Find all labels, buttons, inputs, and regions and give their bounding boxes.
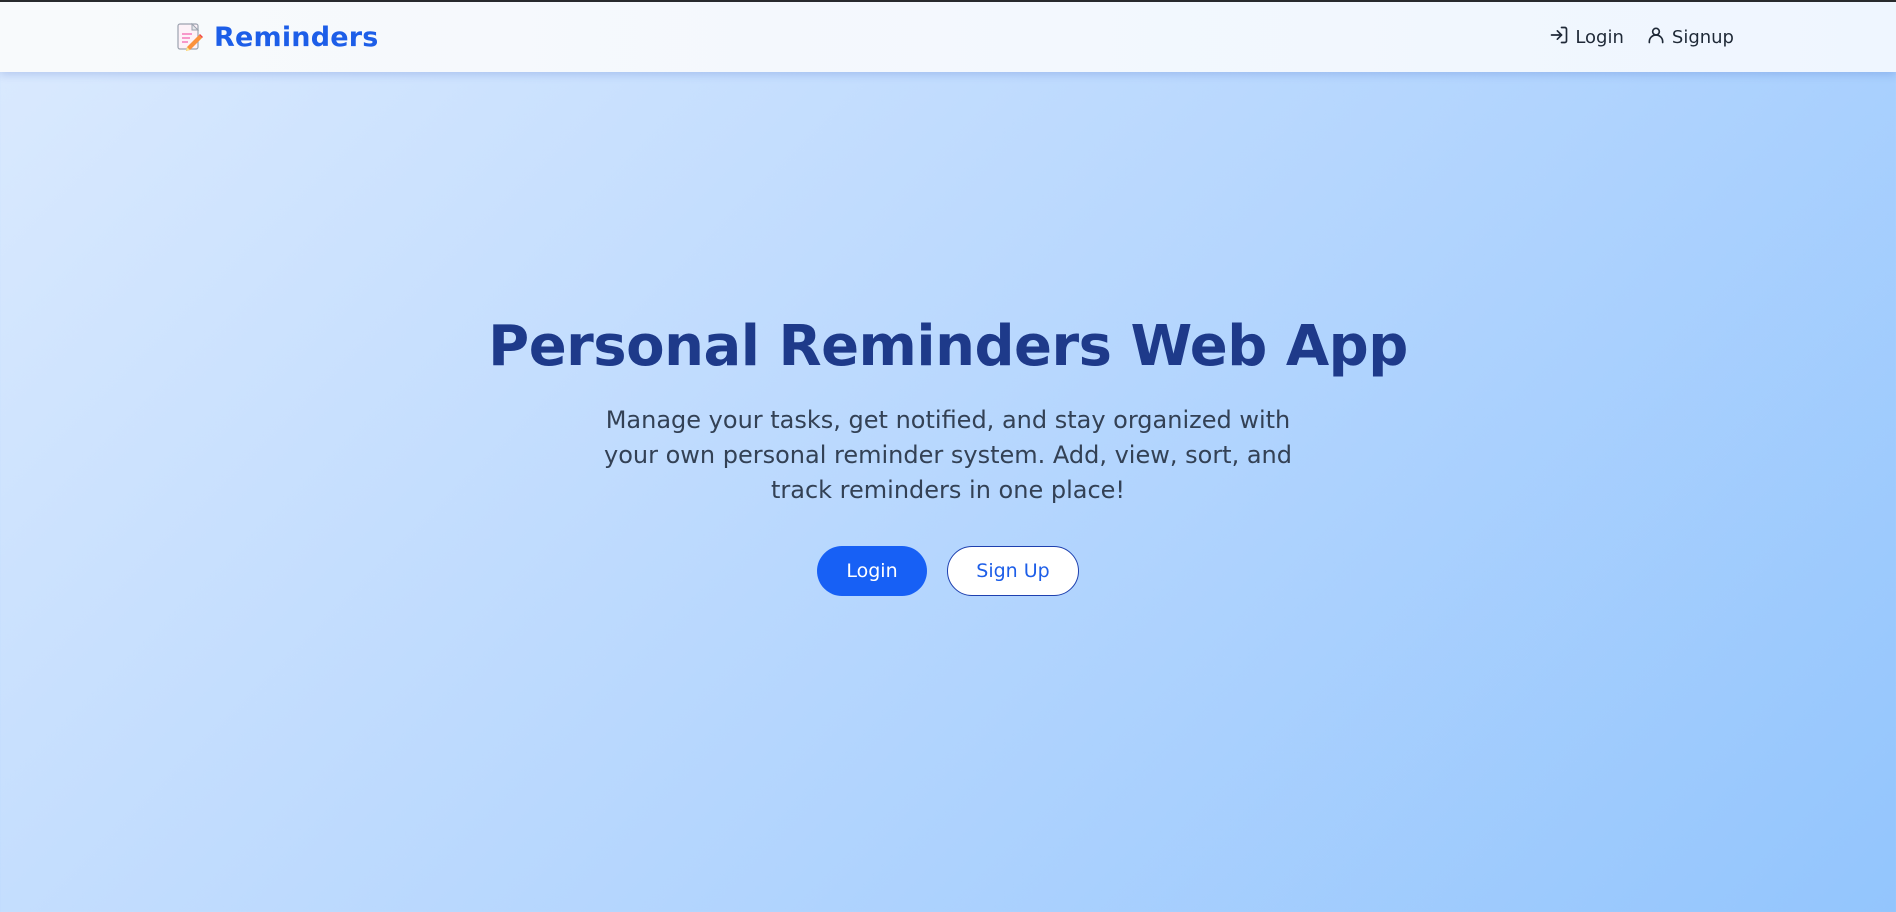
nav-signup-label: Signup (1671, 26, 1734, 48)
nav-links: Login Signup (1549, 25, 1734, 50)
nav-login-link[interactable]: Login (1549, 25, 1624, 50)
brand-name: Reminders (214, 21, 379, 53)
hero-subtitle: Manage your tasks, get notified, and sta… (603, 406, 1293, 504)
login-button[interactable]: Login (817, 546, 927, 596)
hero-section: Personal Reminders Web App Manage your t… (0, 72, 1896, 912)
nav-login-label: Login (1575, 26, 1624, 48)
navbar: Reminders Login Signup (0, 2, 1896, 72)
signup-button[interactable]: Sign Up (947, 546, 1079, 596)
brand-link[interactable]: Reminders (176, 22, 379, 53)
user-icon (1646, 25, 1666, 50)
hero-title: Personal Reminders Web App (488, 314, 1408, 379)
nav-signup-link[interactable]: Signup (1646, 25, 1734, 50)
login-icon (1549, 25, 1569, 50)
memo-icon (176, 22, 204, 52)
hero-buttons: Login Sign Up (817, 546, 1079, 596)
